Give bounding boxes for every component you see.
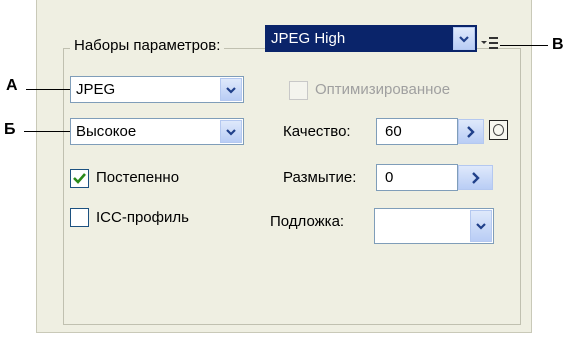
- checkmark-icon: [73, 173, 86, 184]
- optimized-label: Оптимизированное: [315, 81, 451, 98]
- chevron-down-icon: [470, 210, 492, 242]
- presets-dropdown[interactable]: JPEG High: [265, 25, 477, 52]
- panel-menu-icon[interactable]: [480, 35, 500, 51]
- quality-field[interactable]: 60: [376, 118, 458, 145]
- chevron-down-icon: [453, 27, 475, 50]
- callout-b-label: Б: [4, 121, 16, 138]
- optimized-checkbox[interactable]: [289, 81, 308, 100]
- callout-b-line: [24, 131, 70, 132]
- quality-slider-button[interactable]: [458, 119, 484, 144]
- icc-profile-checkbox[interactable]: [70, 208, 89, 227]
- blur-slider-button[interactable]: [458, 165, 493, 190]
- presets-label: Наборы параметров:: [70, 36, 225, 56]
- quality-preset-dropdown[interactable]: Высокое: [70, 118, 244, 145]
- blur-label: Размытие:: [283, 169, 357, 186]
- channel-mask-icon: [493, 124, 504, 136]
- progressive-checkbox[interactable]: [70, 169, 89, 188]
- blur-field[interactable]: 0: [376, 164, 458, 191]
- chevron-right-icon: [467, 125, 475, 138]
- format-value: JPEG: [76, 81, 116, 98]
- matte-label: Подложка:: [270, 213, 345, 230]
- quality-mask-button[interactable]: [489, 120, 508, 140]
- format-dropdown[interactable]: JPEG: [70, 76, 244, 103]
- quality-preset-value: Высокое: [76, 123, 137, 140]
- callout-a-label: А: [6, 77, 18, 94]
- chevron-right-icon: [471, 171, 480, 184]
- callout-a-line: [26, 89, 70, 90]
- quality-label: Качество:: [283, 123, 351, 140]
- progressive-label: Постепенно: [96, 169, 180, 186]
- presets-value: JPEG High: [266, 30, 453, 47]
- matte-dropdown[interactable]: [374, 208, 494, 244]
- chevron-down-icon: [220, 78, 242, 101]
- callout-c-line: [500, 45, 548, 46]
- icc-profile-label: ICC-профиль: [96, 209, 189, 226]
- callout-c-label: В: [552, 36, 564, 53]
- chevron-down-icon: [220, 120, 242, 143]
